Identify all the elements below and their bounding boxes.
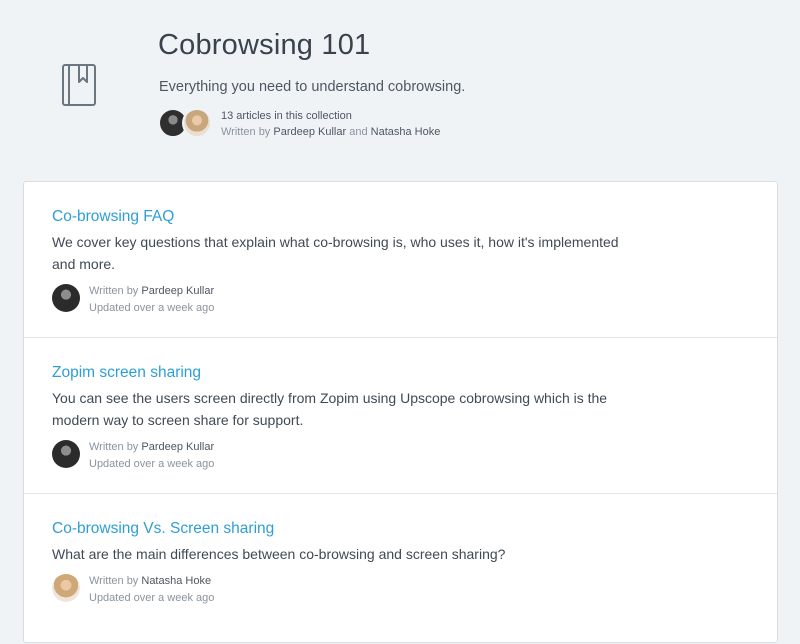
article-updated: Updated over a week ago <box>89 592 215 604</box>
author-name: Pardeep Kullar <box>141 441 215 453</box>
article-title-link[interactable]: Co-browsing Vs. Screen sharing <box>52 519 749 539</box>
collection-header: Cobrowsing 101 Everything you need to un… <box>0 0 800 182</box>
author-name: Natasha Hoke <box>370 126 441 138</box>
author-name: Pardeep Kullar <box>273 126 347 138</box>
article-updated: Updated over a week ago <box>89 458 215 470</box>
article-card[interactable]: Co-browsing FAQ We cover key questions t… <box>24 182 777 338</box>
article-description: We cover key questions that explain what… <box>52 234 619 272</box>
collection-written-by: Written by Pardeep Kullar and Natasha Ho… <box>221 126 441 138</box>
article-title-link[interactable]: Zopim screen sharing <box>52 363 749 383</box>
author-name: Natasha Hoke <box>141 575 212 587</box>
article-written-by: Written by Natasha Hoke <box>89 575 212 587</box>
article-count: 13 articles in this collection <box>221 110 352 122</box>
collection-description: Everything you need to understand cobrow… <box>159 79 466 95</box>
author-avatars <box>158 108 214 138</box>
article-description: What are the main differences between co… <box>52 546 506 562</box>
collection-title: Cobrowsing 101 <box>158 29 371 61</box>
article-card[interactable]: Zopim screen sharing You can see the use… <box>24 338 777 494</box>
article-card[interactable]: Co-browsing Vs. Screen sharing What are … <box>24 494 777 644</box>
article-meta: Written by Natasha Hoke Updated over a w… <box>52 573 749 607</box>
avatar <box>52 440 80 468</box>
article-description: You can see the users screen directly fr… <box>52 390 608 428</box>
book-icon <box>62 64 96 106</box>
article-meta: Written by Pardeep Kullar Updated over a… <box>52 439 749 473</box>
avatar-natasha-hoke <box>182 108 212 138</box>
article-meta: Written by Pardeep Kullar Updated over a… <box>52 283 749 317</box>
author-name: Pardeep Kullar <box>141 285 215 297</box>
article-list: Co-browsing FAQ We cover key questions t… <box>23 181 778 643</box>
avatar <box>52 284 80 312</box>
article-title-link[interactable]: Co-browsing FAQ <box>52 207 749 227</box>
article-written-by: Written by Pardeep Kullar <box>89 441 215 453</box>
avatar <box>52 574 80 602</box>
article-updated: Updated over a week ago <box>89 302 215 314</box>
article-written-by: Written by Pardeep Kullar <box>89 285 215 297</box>
